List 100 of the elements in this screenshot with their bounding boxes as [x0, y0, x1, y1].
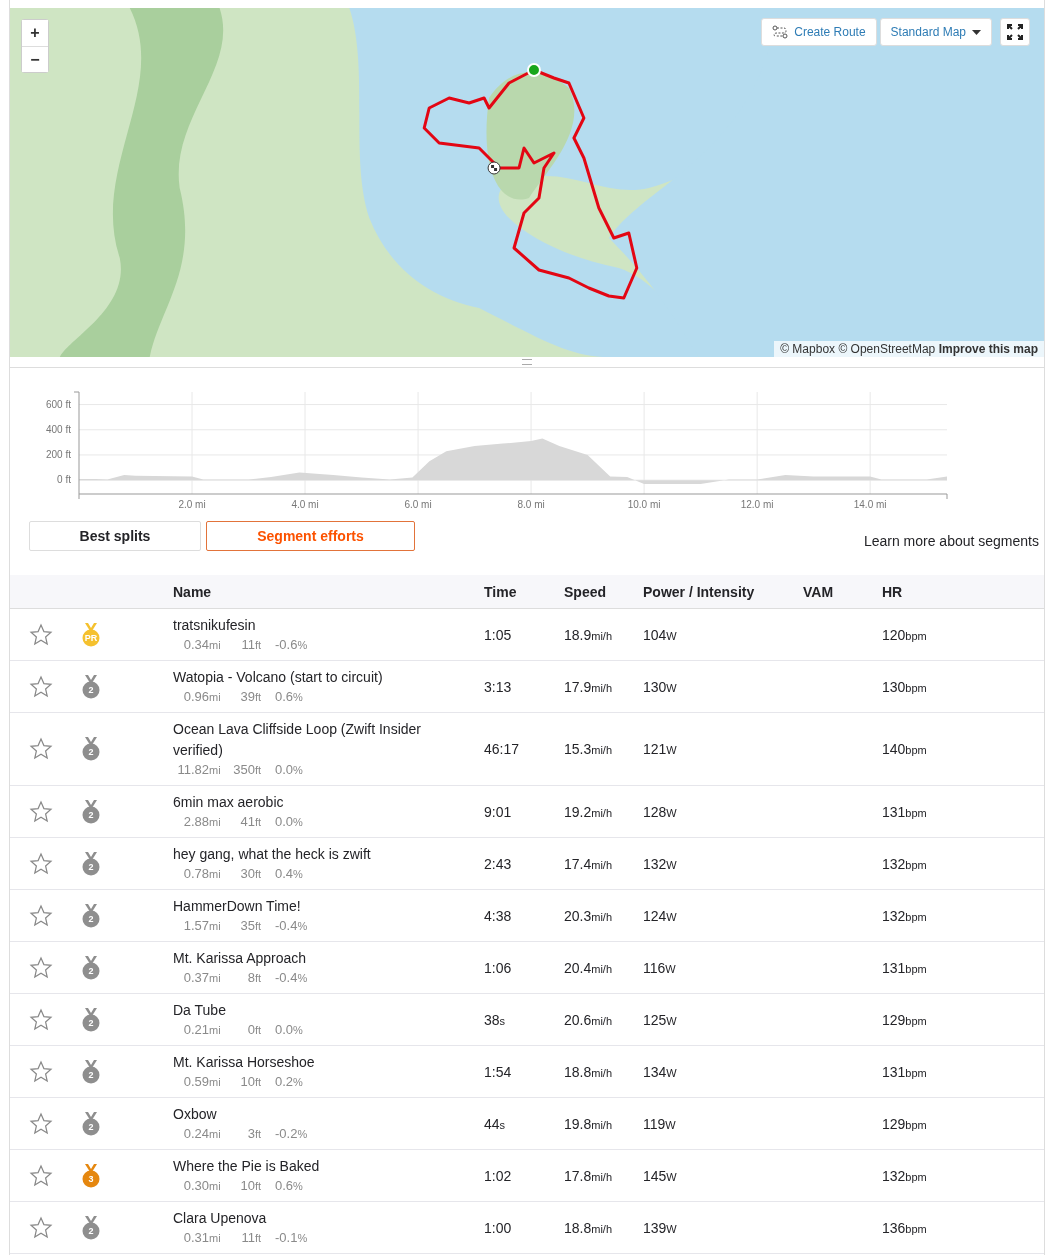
power-cell-text: 128W [643, 803, 678, 820]
caret-icon [972, 29, 981, 35]
create-route-button[interactable]: Create Route [761, 18, 877, 46]
segment-grade: 0.0% [275, 813, 303, 831]
time-cell-text: 9:01 [484, 803, 513, 820]
speed-cell-text: 20.3mi/h [564, 907, 614, 924]
star-icon[interactable] [29, 1007, 53, 1032]
time-cell-text: 38s [484, 1011, 507, 1028]
segment-grade: 0.0% [275, 761, 303, 779]
y-tick-label: 200 ft [45, 448, 71, 460]
star-icon[interactable] [29, 1111, 53, 1136]
star-icon[interactable] [29, 622, 53, 647]
column-header: HR [882, 583, 904, 600]
column-header: Time [484, 583, 518, 600]
hr-cell-text: 132bpm [882, 855, 928, 872]
star-icon[interactable] [29, 674, 53, 699]
time-cell-text: 44s [484, 1115, 507, 1132]
segment-distance: 0.21mi [182, 1021, 222, 1039]
segment-name-link[interactable]: tratsnikufesin [173, 615, 428, 636]
learn-more-link[interactable]: Learn more about segments [863, 533, 1039, 551]
medal-label: 2 [87, 1224, 95, 1238]
segment-name-link[interactable]: Da Tube [173, 1000, 428, 1021]
time-cell-text: 3:13 [484, 678, 513, 695]
x-tick-label: 12.0 mi [740, 499, 774, 509]
power-cell-text: 139W [643, 1219, 678, 1236]
star-icon[interactable] [29, 1163, 53, 1188]
time-cell-text: 1:00 [484, 1219, 513, 1236]
segment-name-link[interactable]: Where the Pie is Baked [173, 1156, 428, 1177]
speed-cell-text: 19.2mi/h [564, 803, 614, 820]
star-icon[interactable] [29, 903, 53, 928]
map[interactable]: + − Create Route Standard Map © Mapbox © OpenStreetMap Improve this map [10, 8, 1044, 357]
hr-cell-text: 132bpm [882, 1167, 928, 1184]
segment-distance: 11.82mi [176, 761, 222, 779]
route-icon [772, 25, 789, 39]
segment-elevation: 0ft [246, 1021, 263, 1039]
star-icon[interactable] [29, 955, 53, 980]
star-icon[interactable] [29, 1059, 53, 1084]
power-cell-text: 125W [643, 1011, 678, 1028]
power-cell-text: 130W [643, 678, 678, 695]
time-cell-text: 4:38 [484, 907, 513, 924]
power-cell-text: 124W [643, 907, 678, 924]
power-cell-text: 132W [643, 855, 678, 872]
hr-cell-text: 140bpm [882, 741, 928, 757]
time-cell-text: 2:43 [484, 855, 513, 872]
star-icon[interactable] [29, 799, 53, 824]
segment-distance: 0.96mi [182, 688, 222, 706]
hr-cell-text: 129bpm [882, 1115, 928, 1132]
segment-elevation: 11ft [240, 1229, 263, 1247]
segment-elevation: 39ft [239, 688, 263, 706]
column-header: VAM [803, 583, 835, 600]
segment-name-link[interactable]: HammerDown Time! [173, 896, 428, 917]
star-icon[interactable] [29, 1215, 53, 1240]
hr-cell-text: 131bpm [882, 959, 928, 976]
tab[interactable]: Best splits [29, 521, 201, 551]
x-tick-label: 2.0 mi [178, 499, 206, 509]
segment-name-link[interactable]: Oxbow [173, 1104, 428, 1125]
segment-grade: -0.4% [275, 969, 308, 987]
hr-cell-text: 136bpm [882, 1219, 928, 1236]
medal-label: 2 [87, 1068, 95, 1082]
segment-elevation: 3ft [246, 1125, 263, 1143]
map-style-dropdown[interactable]: Standard Map [879, 18, 992, 46]
segment-name-link[interactable]: Mt. Karissa Approach [173, 948, 428, 969]
segment-name-link[interactable]: Watopia - Volcano (start to circuit) [173, 667, 428, 688]
time-cell-text: 1:02 [484, 1167, 513, 1184]
segment-grade: 0.6% [275, 1177, 303, 1195]
medal-label: 2 [87, 683, 95, 697]
hr-cell-text: 129bpm [882, 1011, 928, 1028]
star-icon[interactable] [29, 737, 53, 761]
speed-cell-text: 18.8mi/h [564, 1219, 614, 1236]
segment-distance: 0.34mi [182, 636, 222, 654]
speed-cell-text: 19.8mi/h [564, 1115, 614, 1132]
star-icon[interactable] [29, 851, 53, 876]
medal-label: 2 [87, 746, 95, 759]
segment-distance: 0.59mi [182, 1073, 222, 1091]
power-cell-text: 104W [643, 626, 678, 643]
medal-label: PR [83, 631, 99, 645]
medal-label: 2 [87, 808, 95, 822]
segment-name-link[interactable]: Clara Upenova [173, 1208, 428, 1229]
column-header: Power / Intensity [643, 583, 756, 600]
power-cell-text: 145W [643, 1167, 678, 1184]
segment-grade: -0.6% [275, 636, 308, 654]
resize-handle[interactable] [10, 357, 1044, 368]
segment-name-link[interactable]: 6min max aerobic [173, 792, 428, 813]
segment-name-link[interactable]: hey gang, what the heck is zwift [173, 844, 428, 865]
segment-name-link[interactable]: Ocean Lava Cliffside Loop (Zwift Insider verified) [173, 719, 428, 761]
speed-cell-text: 17.8mi/h [564, 1167, 614, 1184]
fullscreen-button[interactable] [1000, 18, 1030, 46]
segment-distance: 0.24mi [182, 1125, 222, 1143]
x-tick-label: 4.0 mi [291, 499, 319, 509]
medal-label: 2 [87, 912, 95, 926]
medal-label: 2 [87, 1016, 95, 1030]
hr-cell-text: 130bpm [882, 678, 928, 695]
segment-grade: 0.6% [275, 688, 303, 706]
x-tick-label: 10.0 mi [627, 499, 661, 509]
segment-elevation: 30ft [239, 865, 263, 883]
segment-name-link[interactable]: Mt. Karissa Horseshoe [173, 1052, 428, 1073]
segment-elevation: 41ft [239, 813, 263, 831]
power-cell-text: 119W [643, 1115, 677, 1132]
zoom-out-button[interactable]: − [22, 46, 48, 72]
fullscreen-icon [1007, 24, 1023, 40]
